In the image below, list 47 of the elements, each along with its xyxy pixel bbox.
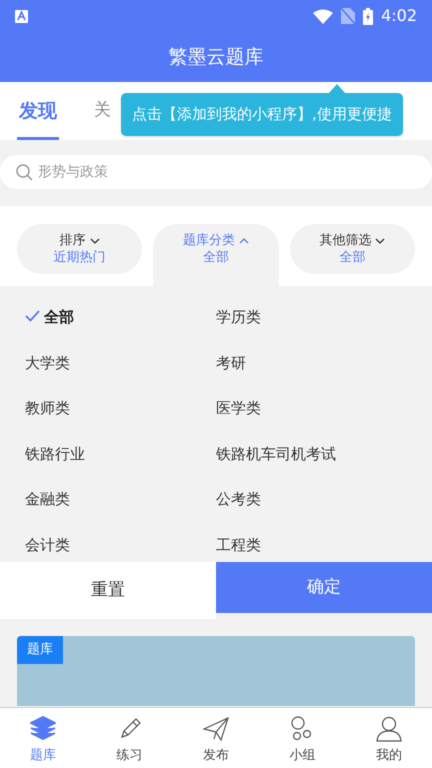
paper-plane-icon (202, 715, 230, 743)
filter-label: 其他筛选 (319, 232, 372, 249)
wifi-icon (313, 8, 334, 24)
tooltip: 点击【添加到我的小程序】,使用更便捷 (121, 93, 403, 136)
filter-value: 全部 (339, 249, 366, 266)
filter-label: 题库分类 (182, 232, 235, 249)
tooltip-pointer (328, 84, 346, 94)
category-option[interactable]: 学历类 (216, 306, 261, 330)
category-option[interactable]: 会计类 (25, 534, 70, 558)
chevron-up-icon (238, 238, 249, 244)
confirm-button[interactable]: 确定 (216, 562, 432, 613)
chevron-down-icon (90, 238, 100, 244)
nav-tab[interactable]: 题库 (0, 708, 86, 768)
tab[interactable]: 关 (94, 85, 111, 140)
app-title: 繁墨云题库 (168, 44, 264, 70)
filter-value: 全部 (202, 249, 229, 266)
filter-label: 排序 (60, 232, 86, 249)
layers-icon (29, 715, 58, 743)
category-option[interactable]: 教师类 (25, 397, 70, 421)
check-icon (25, 310, 40, 322)
category-option[interactable]: 大学类 (25, 352, 70, 376)
nav-tab[interactable]: 发布 (172, 708, 260, 768)
clock-time: 4:02 (381, 5, 417, 27)
card-tag: 题库 (17, 636, 63, 664)
category-option[interactable]: 铁路行业 (25, 442, 85, 466)
category-option[interactable]: 铁路机车司机考试 (216, 442, 336, 466)
nav-tab[interactable]: 小组 (259, 708, 346, 768)
category-option[interactable]: 工程类 (216, 534, 261, 558)
search-icon (15, 163, 33, 181)
chevron-down-icon (375, 238, 386, 244)
no-sim-icon (341, 8, 356, 24)
app-icon (15, 10, 28, 22)
filter-tab[interactable]: 其他筛选 全部 (290, 224, 415, 274)
battery-charging-icon (363, 8, 374, 24)
category-option[interactable]: 金融类 (25, 488, 70, 512)
category-option[interactable]: 医学类 (216, 397, 261, 421)
search-field[interactable]: 形势与政策 (0, 155, 432, 189)
person-icon (374, 715, 403, 743)
reset-button[interactable]: 重置 (0, 562, 216, 619)
category-option[interactable]: 公考类 (216, 488, 261, 512)
category-option[interactable]: 全部 (25, 306, 74, 330)
filter-value: 近期热门 (54, 249, 106, 266)
nav-tab[interactable]: 我的 (346, 708, 432, 768)
nav-tab[interactable]: 练习 (86, 708, 173, 768)
category-option[interactable]: 考研 (216, 352, 246, 376)
filter-tab[interactable]: 排序 近期热门 (17, 224, 142, 274)
tab[interactable]: 发现 (17, 85, 59, 140)
